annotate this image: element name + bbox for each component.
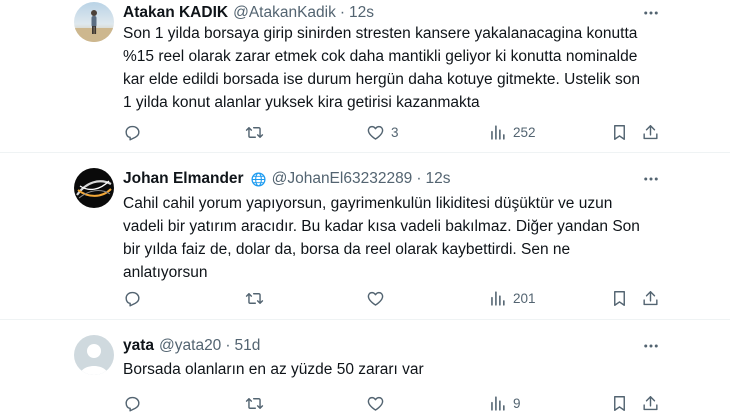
heart-icon: [367, 396, 384, 411]
share-button[interactable]: [641, 391, 660, 415]
views-button[interactable]: 252: [488, 120, 536, 144]
like-button[interactable]: [366, 391, 391, 415]
reply-icon: [125, 396, 140, 411]
retweet-button[interactable]: [245, 120, 264, 144]
action-bar: 201: [0, 286, 730, 310]
action-bar: 3 252: [0, 120, 730, 144]
avatar[interactable]: [74, 335, 114, 375]
heart-icon: [367, 291, 384, 306]
tweet-text-line: %15 reel olarak zarar etmek cok daha man…: [123, 48, 638, 65]
tweet-text-line: Son 1 yilda borsaya girip sinirden stres…: [123, 25, 638, 42]
tweet-text-line: 1 yilda konut alanlar yuksek kira getiri…: [123, 94, 480, 111]
reply-button[interactable]: [123, 391, 142, 415]
bookmark-icon: [614, 395, 625, 411]
globe-icon: [250, 171, 267, 188]
share-icon: [643, 124, 658, 139]
bookmark-icon: [614, 290, 625, 306]
bookmark-button[interactable]: [610, 391, 629, 415]
tweet-text-line: Borsada olanların en az yüzde 50 zararı …: [123, 361, 424, 378]
tweet-text: Cahil cahil yorum yapıyorsun, gayrimenku…: [123, 192, 683, 284]
avatar[interactable]: [74, 168, 114, 208]
display-name[interactable]: yata: [123, 337, 154, 355]
share-button[interactable]: [641, 286, 660, 310]
share-icon: [643, 290, 658, 305]
views-icon: [491, 395, 505, 411]
user-handle[interactable]: @JohanEl63232289: [272, 170, 413, 188]
more-icon[interactable]: [640, 168, 662, 190]
tweet-text: Borsada olanların en az yüzde 50 zararı …: [123, 358, 683, 381]
more-icon[interactable]: [640, 335, 662, 357]
tweet[interactable]: Johan Elmander @JohanEl63232289 · 12s Ca…: [0, 153, 730, 319]
bookmark-button[interactable]: [610, 120, 629, 144]
retweet-button[interactable]: [245, 286, 264, 310]
view-count: 252: [513, 124, 536, 140]
display-name[interactable]: Atakan KADIK: [123, 4, 228, 22]
user-handle[interactable]: @AtakanKadik: [233, 4, 336, 22]
tweet-text-line: Cahil cahil yorum yapıyorsun, gayrimenku…: [123, 195, 613, 212]
tweet-header: Johan Elmander @JohanEl63232289 · 12s: [123, 168, 450, 190]
reply-button[interactable]: [123, 286, 142, 310]
reply-icon: [125, 125, 140, 140]
separator-dot: ·: [339, 4, 346, 21]
display-name[interactable]: Johan Elmander: [123, 170, 244, 188]
reply-button[interactable]: [123, 120, 142, 144]
like-count: 3: [391, 124, 399, 140]
timestamp[interactable]: 12s: [425, 170, 450, 188]
tweet-header: yata @yata20 · 51d: [123, 335, 260, 357]
separator-dot: ·: [225, 337, 231, 354]
tweet-text-line: kar elde edildi borsada ise durum hergün…: [123, 71, 640, 88]
avatar[interactable]: [74, 2, 114, 42]
share-button[interactable]: [641, 120, 660, 144]
views-button[interactable]: 201: [488, 286, 536, 310]
retweet-icon: [245, 126, 264, 138]
retweet-icon: [245, 397, 264, 409]
reply-icon: [125, 291, 140, 306]
bookmark-button[interactable]: [610, 286, 629, 310]
retweet-icon: [245, 292, 264, 304]
view-count: 9: [513, 395, 521, 411]
separator-dot: ·: [416, 170, 422, 187]
action-bar: 9: [0, 391, 730, 415]
tweet-text: Son 1 yilda borsaya girip sinirden stres…: [123, 22, 683, 114]
timestamp[interactable]: 12s: [349, 4, 374, 22]
heart-icon: [367, 125, 384, 140]
tweet[interactable]: yata @yata20 · 51d Borsada olanların en …: [0, 320, 730, 420]
like-button[interactable]: [366, 286, 391, 310]
share-icon: [643, 395, 658, 410]
tweet-text-line: vadeli bir yatırım aracıdır. Bu kadar kı…: [123, 218, 640, 235]
more-icon[interactable]: [640, 2, 662, 24]
user-handle[interactable]: @yata20: [159, 337, 221, 355]
tweet-text-line: anlatıyorsun: [123, 264, 208, 281]
reply-feed: Atakan KADIK @AtakanKadik · 12s Son 1 yi…: [0, 0, 730, 420]
bookmark-icon: [614, 124, 625, 140]
view-count: 201: [513, 290, 536, 306]
tweet-text-line: bir yılda faiz de, dolar da, borsa da re…: [123, 241, 571, 258]
views-button[interactable]: 9: [488, 391, 521, 415]
tweet[interactable]: Atakan KADIK @AtakanKadik · 12s Son 1 yi…: [0, 0, 730, 152]
views-icon: [491, 124, 505, 140]
views-icon: [491, 290, 505, 306]
tweet-header: Atakan KADIK @AtakanKadik · 12s: [123, 2, 374, 24]
like-button[interactable]: 3: [366, 120, 399, 144]
retweet-button[interactable]: [245, 391, 264, 415]
timestamp[interactable]: 51d: [234, 337, 260, 355]
